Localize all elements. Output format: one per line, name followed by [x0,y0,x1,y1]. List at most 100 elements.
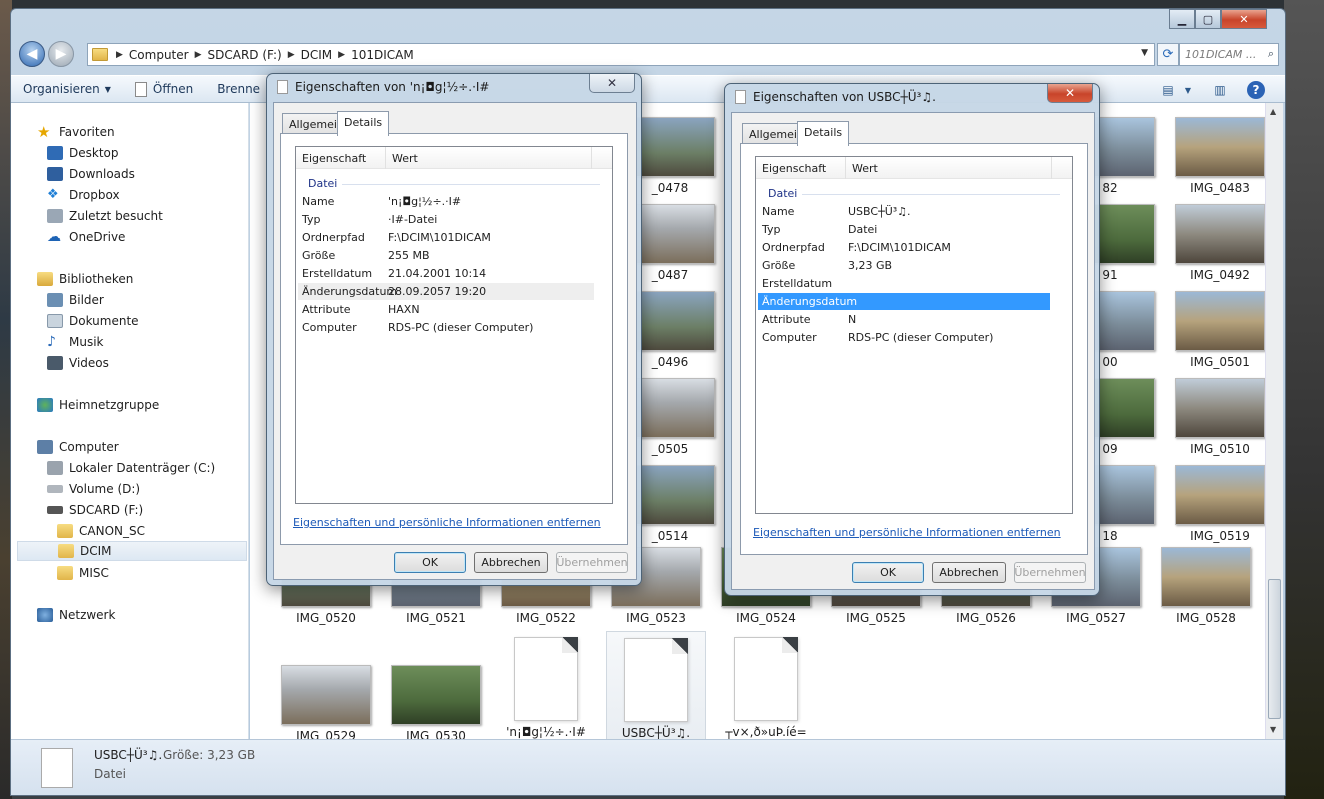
open-button[interactable]: Öffnen [123,75,205,103]
dialog-close-button[interactable]: ✕ [1047,84,1093,103]
nav-dropbox[interactable]: ❖ Dropbox [47,185,120,205]
breadcrumb-dcim[interactable]: DCIM [301,48,333,62]
nav-drive-f[interactable]: SDCARD (F:) [47,500,143,520]
thumbnail-item[interactable]: IMG_0529 [276,665,376,743]
refresh-button[interactable]: ⟳ [1157,43,1179,66]
cancel-button[interactable]: Abbrechen [932,562,1006,583]
thumbnail-item[interactable]: IMG_0501 [1170,291,1270,369]
back-button[interactable]: ◀ [19,41,45,67]
thumbnail-item[interactable]: IMG_0528 [1156,547,1256,625]
nav-drive-d[interactable]: Volume (D:) [47,479,140,499]
vertical-scrollbar[interactable]: ▲ ▼ [1265,103,1283,739]
dialog-close-button[interactable]: ✕ [589,74,635,93]
remove-properties-link[interactable]: Eigenschaften und persönliche Informatio… [753,526,1061,539]
property-row[interactable]: Typ ·I#-Datei [298,211,594,228]
column-header-value[interactable]: Wert [846,157,1052,179]
help-button[interactable]: ? [1247,81,1265,99]
desktop-background-right [1284,0,1324,799]
close-button[interactable]: ✕ [1221,9,1267,29]
property-row[interactable]: Größe 255 MB [298,247,594,264]
thumbnail-item[interactable]: IMG_0492 [1170,204,1270,282]
preview-pane-button[interactable]: ▥ [1209,80,1231,100]
burn-button[interactable]: Brenne [205,75,272,103]
nav-desktop[interactable]: Desktop [47,143,119,163]
thumbnail-label: IMG_0523 [626,611,686,625]
cancel-button[interactable]: Abbrechen [474,552,548,573]
column-header-property[interactable]: Eigenschaft [296,147,386,169]
address-row: ◀ ▶ ▶ Computer ▶ SDCARD (F:) ▶ DCIM ▶ 10… [11,37,1285,71]
scroll-down-icon[interactable]: ▼ [1270,725,1276,734]
ok-button[interactable]: OK [394,552,466,573]
column-header-value[interactable]: Wert [386,147,592,169]
chevron-down-icon: ▼ [104,84,111,94]
property-value: N [848,313,857,326]
minimize-button[interactable]: ▁ [1169,9,1195,29]
apply-button[interactable]: Übernehmen [556,552,628,573]
organize-button[interactable]: Organisieren ▼ [11,75,123,103]
nav-folder-canon[interactable]: CANON_SC [57,521,145,541]
property-row[interactable]: Größe 3,23 GB [758,257,1054,274]
breadcrumb-sdcard[interactable]: SDCARD (F:) [208,48,282,62]
thumbnail-label: IMG_0483 [1190,181,1250,195]
nav-label: Lokaler Datenträger (C:) [69,461,216,475]
thumbnail-item[interactable]: IMG_0483 [1170,117,1270,195]
breadcrumb-computer[interactable]: Computer [129,48,189,62]
nav-recent[interactable]: Zuletzt besucht [47,206,163,226]
nav-documents[interactable]: Dokumente [47,311,139,331]
ok-button[interactable]: OK [852,562,924,583]
property-row[interactable]: Erstelldatum 21.04.2001 10:14 [298,265,594,282]
property-row[interactable]: Attribute N [758,311,1054,328]
view-options-button[interactable]: ▤ [1157,80,1179,100]
property-row[interactable]: Computer RDS-PC (dieser Computer) [298,319,594,336]
file-item[interactable]: ┬v×,ð»uÞ.íé= [716,631,816,747]
nav-folder-dcim[interactable]: DCIM [17,541,247,561]
thumbnail-item[interactable]: IMG_0530 [386,665,486,743]
tab-details[interactable]: Details [797,121,850,146]
file-item[interactable]: USBC┼Ü³♫. [606,631,706,747]
address-bar[interactable]: ▶ Computer ▶ SDCARD (F:) ▶ DCIM ▶ 101DIC… [87,43,1155,66]
property-row[interactable]: Ordnerpfad F:\DCIM\101DICAM [758,239,1054,256]
nav-libraries[interactable]: Bibliotheken [37,269,133,289]
nav-videos[interactable]: Videos [47,353,109,373]
property-row[interactable]: Name 'n¡◘g¦½÷.·I# [298,193,594,210]
tab-details[interactable]: Details [337,111,390,136]
nav-homegroup[interactable]: Heimnetzgruppe [37,395,159,415]
maximize-button[interactable]: ▢ [1195,9,1221,29]
thumbnail-item[interactable]: IMG_0519 [1170,465,1270,543]
nav-downloads[interactable]: Downloads [47,164,135,184]
nav-favorites[interactable]: ★ Favoriten [37,122,115,142]
column-header-property[interactable]: Eigenschaft [756,157,846,179]
nav-onedrive[interactable]: ☁ OneDrive [47,227,125,247]
nav-computer[interactable]: Computer [37,437,119,457]
property-row[interactable]: Typ Datei [758,221,1054,238]
property-row[interactable]: Änderungsdatum 28.09.2057 19:20 [298,283,594,300]
apply-button[interactable]: Übernehmen [1014,562,1086,583]
nav-pictures[interactable]: Bilder [47,290,104,310]
scroll-up-icon[interactable]: ▲ [1270,107,1276,116]
forward-button[interactable]: ▶ [48,41,74,67]
remove-properties-link[interactable]: Eigenschaften und persönliche Informatio… [293,516,601,529]
photo-thumbnail [1175,117,1265,177]
property-row[interactable]: Ordnerpfad F:\DCIM\101DICAM [298,229,594,246]
property-row[interactable]: Name USBC┼Ü³♫. [758,203,1054,220]
property-row[interactable]: Attribute HAXN [298,301,594,318]
nav-drive-c[interactable]: Lokaler Datenträger (C:) [47,458,215,478]
breadcrumb-101dicam[interactable]: 101DICAM [351,48,414,62]
dialog-title: Eigenschaften von 'n¡◘g¦½÷.·I# [277,80,490,94]
property-row[interactable]: Erstelldatum [758,275,1054,292]
scrollbar-thumb[interactable] [1268,579,1281,719]
property-list-header: Eigenschaft Wert [296,147,612,169]
view-dropdown-button[interactable]: ▼ [1177,80,1199,100]
property-row[interactable]: Änderungsdatum [758,293,1050,310]
nav-music[interactable]: ♪ Musik [47,332,104,352]
nav-network[interactable]: Netzwerk [37,605,115,625]
search-input[interactable]: 101DICAM ... ⌕ [1179,43,1279,66]
nav-folder-misc[interactable]: MISC [57,563,109,583]
thumbnail-item[interactable]: IMG_0510 [1170,378,1270,456]
dialog-title-text: Eigenschaften von 'n¡◘g¦½÷.·I# [295,80,490,94]
property-row[interactable]: Computer RDS-PC (dieser Computer) [758,329,1054,346]
file-item[interactable]: 'n¡◘g¦½÷.·I# [496,631,596,747]
property-name: Größe [302,249,336,262]
chevron-down-icon[interactable]: ▼ [1141,48,1148,58]
nav-label: Dropbox [69,188,120,202]
